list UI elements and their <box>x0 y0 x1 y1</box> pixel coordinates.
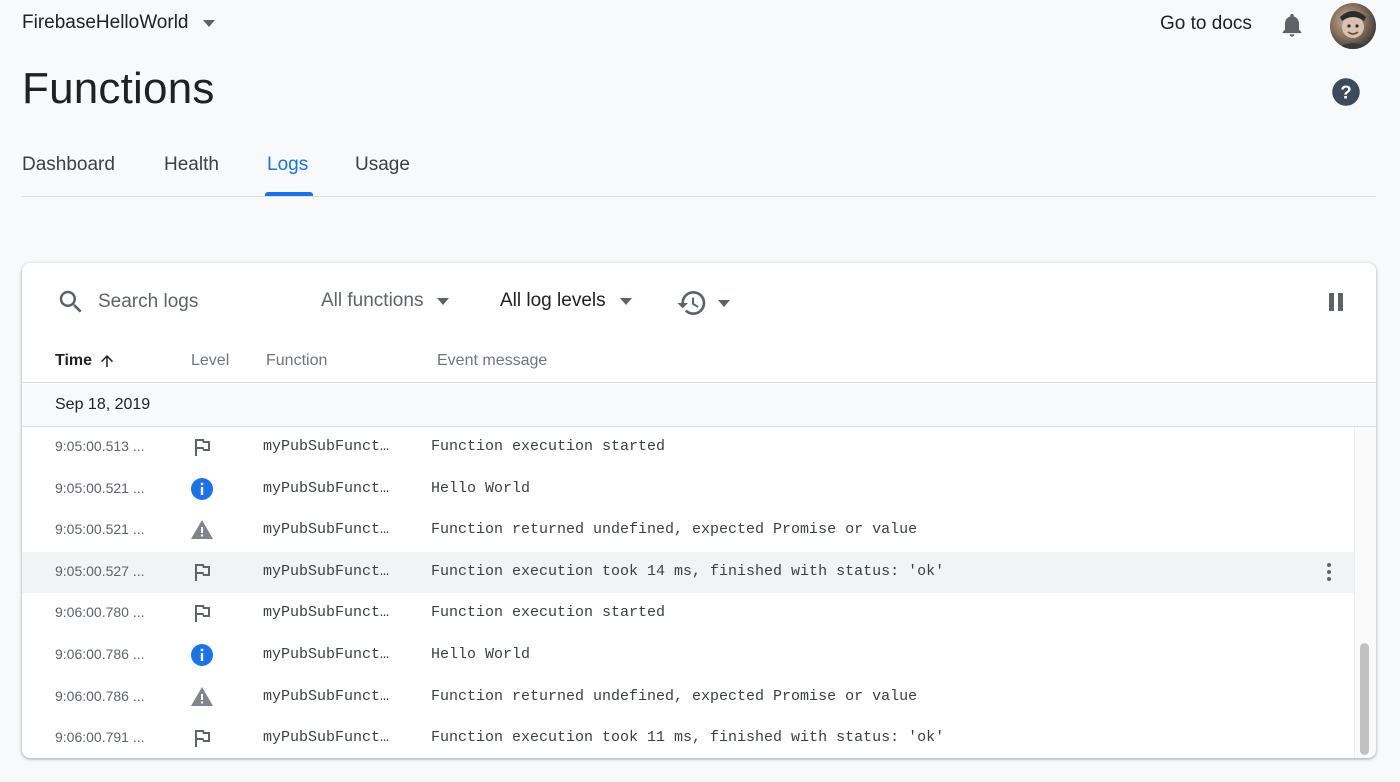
tab-logs[interactable]: Logs <box>267 154 308 176</box>
log-message: Function returned undefined, expected Pr… <box>431 521 918 539</box>
search-logs-input[interactable] <box>98 288 298 316</box>
table-row[interactable]: 9:05:00.521 ... myPubSubFunct… Hello Wor… <box>22 469 1354 511</box>
log-message: Function execution started <box>431 438 666 455</box>
date-group-row: Sep 18, 2019 <box>22 384 1376 427</box>
log-time: 9:05:00.521 ... <box>55 521 145 538</box>
notifications-bell-icon[interactable] <box>1278 10 1306 40</box>
log-function: myPubSubFunct… <box>263 729 390 747</box>
tab-dashboard[interactable]: Dashboard <box>22 154 115 176</box>
svg-text:?: ? <box>1340 81 1351 102</box>
log-message: Function execution started <box>431 604 666 622</box>
chevron-down-icon <box>202 19 215 27</box>
warning-icon <box>191 686 213 706</box>
tab-bar: Dashboard Health Logs Usage <box>22 140 1376 197</box>
log-time: 9:05:00.527 ... <box>55 562 145 579</box>
account-avatar[interactable] <box>1330 3 1376 49</box>
log-function: myPubSubFunct… <box>263 438 390 455</box>
logs-toolbar: All functions All log levels <box>22 263 1376 343</box>
log-message: Hello World <box>431 645 531 663</box>
avatar-image <box>1336 11 1370 49</box>
flag-icon <box>195 563 210 581</box>
more-vert-icon[interactable] <box>1317 560 1341 584</box>
log-time: 9:06:00.791 ... <box>55 729 145 746</box>
function-column-header: Function <box>266 352 328 369</box>
page-title: Functions <box>22 64 215 113</box>
project-selector[interactable]: FirebaseHelloWorld <box>22 12 215 34</box>
log-time: 9:06:00.780 ... <box>55 604 145 621</box>
info-icon <box>191 477 213 500</box>
logs-card: All functions All log levels Time Level … <box>22 263 1376 758</box>
top-bar: FirebaseHelloWorld Go to docs <box>0 0 1400 52</box>
chevron-down-icon <box>437 297 450 305</box>
search-icon <box>59 290 82 313</box>
time-column-header[interactable]: Time <box>55 352 116 370</box>
flag-icon <box>195 605 210 623</box>
functions-filter-dropdown[interactable]: All functions <box>321 290 450 312</box>
log-message: Function execution took 14 ms, finished … <box>431 562 945 580</box>
table-row[interactable]: 9:06:00.791 ... myPubSubFunct… Function … <box>22 718 1354 758</box>
time-range-dropdown[interactable] <box>676 287 730 319</box>
flag-icon <box>195 730 210 748</box>
scrollbar-thumb[interactable] <box>1360 643 1369 755</box>
date-group-label: Sep 18, 2019 <box>55 396 151 413</box>
log-function: myPubSubFunct… <box>263 687 390 705</box>
table-row[interactable]: 9:06:00.786 ... myPubSubFunct… Hello Wor… <box>22 635 1354 677</box>
message-column-header: Event message <box>437 352 548 369</box>
log-time: 9:05:00.521 ... <box>55 479 145 496</box>
tab-usage[interactable]: Usage <box>355 154 410 176</box>
chevron-down-icon <box>718 299 730 307</box>
log-levels-label: All log levels <box>500 290 606 311</box>
history-icon <box>677 291 706 315</box>
log-function: myPubSubFunct… <box>263 645 390 663</box>
log-time: 9:06:00.786 ... <box>55 687 145 704</box>
help-icon[interactable]: ? <box>1331 77 1361 107</box>
flag-icon <box>195 439 210 456</box>
warning-icon <box>191 520 213 540</box>
log-function: myPubSubFunct… <box>263 479 390 497</box>
chevron-down-icon <box>619 297 632 305</box>
info-icon <box>191 643 213 666</box>
log-levels-dropdown[interactable]: All log levels <box>500 290 632 312</box>
functions-filter-label: All functions <box>321 290 424 311</box>
pause-icon[interactable] <box>1324 290 1348 314</box>
sort-arrow-up-icon <box>101 355 114 367</box>
log-message: Function execution took 11 ms, finished … <box>431 729 945 747</box>
go-to-docs-link[interactable]: Go to docs <box>1160 13 1252 35</box>
log-function: myPubSubFunct… <box>263 521 390 539</box>
log-time: 9:05:00.513 ... <box>55 438 145 454</box>
log-time: 9:06:00.786 ... <box>55 645 145 662</box>
table-header: Time Level Function Event message <box>22 343 1376 383</box>
log-message: Function returned undefined, expected Pr… <box>431 687 918 705</box>
table-row[interactable]: 9:05:00.513 ... myPubSubFunct… Function … <box>22 427 1354 469</box>
log-function: myPubSubFunct… <box>263 562 390 580</box>
time-header-label: Time <box>55 352 93 369</box>
table-row[interactable]: 9:06:00.780 ... myPubSubFunct… Function … <box>22 593 1354 635</box>
table-row[interactable]: 9:05:00.527 ... myPubSubFunct… Function … <box>22 551 1354 594</box>
table-row[interactable]: 9:05:00.521 ... myPubSubFunct… Function … <box>22 510 1354 552</box>
log-message: Hello World <box>431 479 531 497</box>
tab-health[interactable]: Health <box>164 154 219 176</box>
table-row[interactable]: 9:06:00.786 ... myPubSubFunct… Function … <box>22 677 1354 719</box>
log-function: myPubSubFunct… <box>263 604 390 622</box>
level-column-header: Level <box>191 352 230 369</box>
log-rows: 9:05:00.513 ... myPubSubFunct… Function … <box>22 427 1354 758</box>
active-tab-indicator <box>265 192 313 196</box>
project-name: FirebaseHelloWorld <box>22 12 189 33</box>
